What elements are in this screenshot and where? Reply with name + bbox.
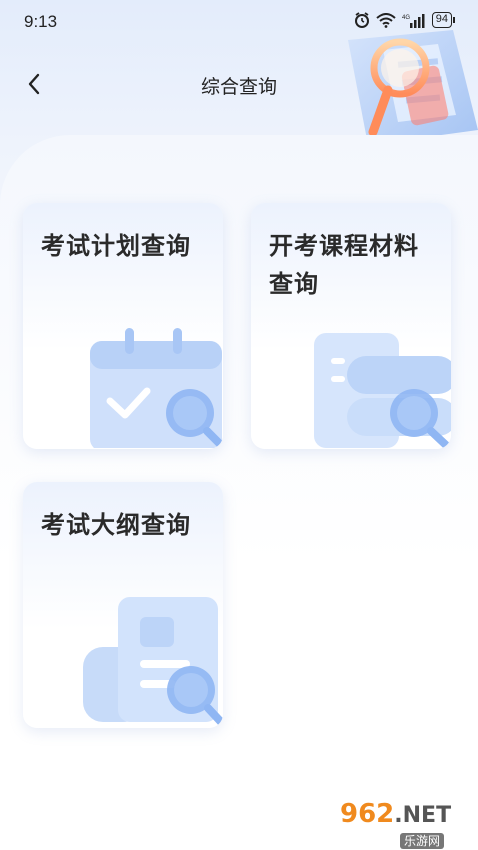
wifi-icon (376, 12, 396, 28)
card-title: 开考课程材料查询 (269, 232, 419, 298)
watermark-brand: 962.NET (340, 800, 470, 830)
battery-indicator: 94 (431, 12, 456, 28)
documents-search-icon (314, 333, 451, 448)
status-bar: 9:13 4G 94 (0, 0, 478, 44)
network-type-label: 4G (402, 15, 410, 21)
page-title: 综合查询 (200, 76, 277, 98)
watermark-subtitle: 乐游网 (400, 833, 445, 849)
watermark-tld: .NET (394, 803, 452, 828)
status-icons: 4G 94 (354, 12, 456, 28)
card-title: 考试计划查询 (41, 232, 191, 260)
status-time: 9:13 (24, 12, 58, 31)
calendar-search-icon (90, 328, 223, 448)
card-exam-syllabus-query[interactable]: 考试大纲查询 (23, 482, 223, 728)
card-course-material-query[interactable]: 开考课程材料查询 (251, 203, 451, 449)
cellular-signal-icon: 4G (402, 13, 425, 28)
document-search-icon (83, 597, 223, 726)
nav-bar: 综合查询 (0, 60, 478, 108)
watermark-logo: 962.NET 乐游网 (340, 800, 470, 849)
card-exam-plan-query[interactable]: 考试计划查询 (23, 203, 223, 449)
watermark-brand-number: 962 (340, 799, 395, 829)
alarm-icon (354, 12, 369, 28)
card-title: 考试大纲查询 (41, 511, 191, 539)
battery-level: 94 (435, 13, 448, 25)
